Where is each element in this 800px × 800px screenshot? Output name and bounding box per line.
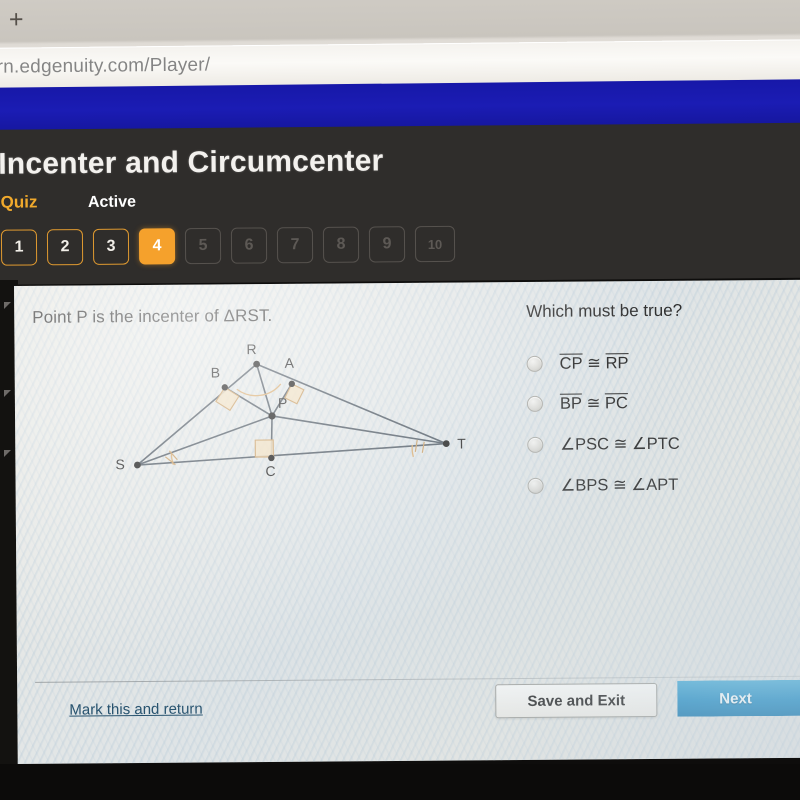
label-B: B [211, 364, 220, 380]
geometry-figure: R S T P A B C [84, 338, 466, 491]
rail-marker-icon [4, 450, 11, 457]
activity-status-row: Quiz Active [1, 192, 137, 215]
save-and-exit-button[interactable]: Save and Exit [495, 682, 658, 719]
question-number-4[interactable]: 4 [138, 228, 176, 265]
screen-bottom-bezel [0, 764, 800, 800]
answer-options[interactable]: CP ≅ RP BP ≅ PC ∠PSC ≅ ∠PTC ∠BPS ≅ ∠APT [526, 342, 800, 506]
right-angle-mark-b [215, 386, 240, 412]
question-stem: Point P is the incenter of ΔRST. [32, 305, 273, 327]
answer-option-label-c: ∠PSC ≅ ∠PTC [560, 434, 680, 454]
right-angle-mark-a [284, 383, 305, 405]
label-S: S [115, 456, 124, 472]
answer-option-label-d: ∠BPS ≅ ∠APT [560, 475, 679, 495]
answer-option-a[interactable]: CP ≅ RP [526, 342, 800, 384]
label-T: T [457, 435, 466, 451]
question-number-9[interactable]: 9 [368, 226, 406, 263]
answer-option-label-a: CP ≅ RP [559, 353, 629, 374]
radio-d[interactable] [527, 477, 544, 494]
label-P: P [278, 395, 287, 411]
question-number-6[interactable]: 6 [230, 227, 268, 264]
radio-b[interactable] [526, 395, 544, 412]
question-number-1[interactable]: 1 [0, 229, 38, 266]
radio-a[interactable] [526, 355, 543, 372]
label-A: A [285, 355, 295, 371]
point-B [221, 384, 229, 391]
point-P [268, 412, 276, 420]
question-number-8[interactable]: 8 [322, 226, 360, 263]
new-tab-icon[interactable]: + [4, 5, 28, 33]
question-number-2[interactable]: 2 [46, 229, 84, 266]
point-T [442, 440, 450, 448]
point-S [134, 461, 141, 469]
label-C: C [265, 463, 275, 479]
label-R: R [246, 341, 256, 357]
point-C [268, 454, 275, 462]
activity-state-label: Active [87, 193, 137, 211]
question-panel: Point P is the incenter of ΔRST. R S T P… [14, 279, 800, 764]
angle-mark-r [236, 383, 282, 397]
url-text[interactable]: rn.edgenuity.com/Player/ [0, 54, 210, 78]
right-angle-mark-c [254, 439, 274, 458]
radio-c[interactable] [527, 436, 544, 453]
answer-option-d[interactable]: ∠BPS ≅ ∠APT [527, 463, 800, 506]
browser-tab-strip: + [0, 0, 800, 44]
question-number-5[interactable]: 5 [184, 227, 222, 265]
question-number-3[interactable]: 3 [92, 228, 130, 265]
question-number-7[interactable]: 7 [276, 227, 314, 264]
rail-marker-icon [4, 390, 11, 397]
activity-type-label: Quiz [0, 192, 38, 212]
next-button-wrap[interactable]: Next [677, 680, 800, 717]
question-number-10[interactable]: 10 [414, 225, 456, 263]
mark-this-and-return-link[interactable]: Mark this and return [69, 701, 203, 719]
rail-marker-icon [4, 302, 11, 309]
answer-option-label-b: BP ≅ PC [559, 393, 628, 414]
point-A [288, 380, 295, 388]
point-R [253, 360, 261, 368]
lesson-header: Incenter and Circumcenter Quiz Active 12… [0, 122, 800, 285]
answer-option-c[interactable]: ∠PSC ≅ ∠PTC [527, 422, 800, 465]
next-button[interactable]: Next [677, 680, 800, 717]
answer-option-b[interactable]: BP ≅ PC [526, 382, 800, 424]
question-prompt: Which must be true? [526, 300, 683, 321]
page-title: Incenter and Circumcenter [0, 144, 384, 181]
question-number-nav[interactable]: 1 2 3 4 5 6 7 8 9 10 [0, 225, 456, 266]
